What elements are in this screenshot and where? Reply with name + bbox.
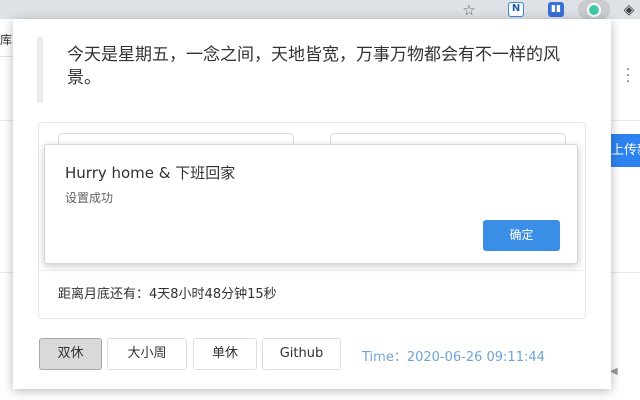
page-divider (611, 272, 640, 273)
success-dialog: Hurry home & 下班回家 设置成功 确定 (44, 144, 578, 264)
dialog-message: 设置成功 (65, 191, 114, 205)
github-button[interactable]: Github (262, 338, 341, 370)
n-extension-icon[interactable]: N (505, 0, 527, 19)
mode-button-double-rest[interactable]: 双休 (39, 338, 102, 370)
fish-extension-icon[interactable]: ◈ (618, 0, 640, 19)
daily-quote: 今天是星期五，一念之间，天地皆宽，万事万物都会有不一样的风景。 (37, 37, 577, 103)
page-divider (0, 56, 13, 57)
active-extension-icon[interactable] (578, 0, 610, 19)
confirm-button[interactable]: 确定 (483, 220, 560, 251)
page-divider (611, 120, 640, 121)
page-divider (0, 272, 13, 273)
chart-extension-icon[interactable]: ▮▮ (545, 0, 567, 19)
menu-dots-icon[interactable]: · · · (626, 64, 630, 89)
browser-toolbar (0, 0, 640, 19)
mode-button-single-rest[interactable]: 单休 (193, 338, 257, 370)
card-divider (39, 270, 585, 271)
month-end-countdown: 距离月底还有：4天8小时48分钟15秒 (58, 287, 277, 302)
extension-popup: 今天是星期五，一念之间，天地皆宽，万事万物都会有不一样的风景。 距离月底还有：4… (13, 19, 611, 389)
bookmark-star-icon[interactable]: ☆ (458, 0, 480, 19)
page-left-text: 库 (0, 33, 13, 47)
mode-button-alternating-week[interactable]: 大小周 (107, 338, 187, 370)
page-divider (0, 120, 13, 121)
dialog-title: Hurry home & 下班回家 (65, 164, 236, 182)
scroll-left-icon[interactable]: ◀ (610, 366, 618, 377)
current-time: Time：2020-06-26 09:11:44 (362, 350, 545, 365)
